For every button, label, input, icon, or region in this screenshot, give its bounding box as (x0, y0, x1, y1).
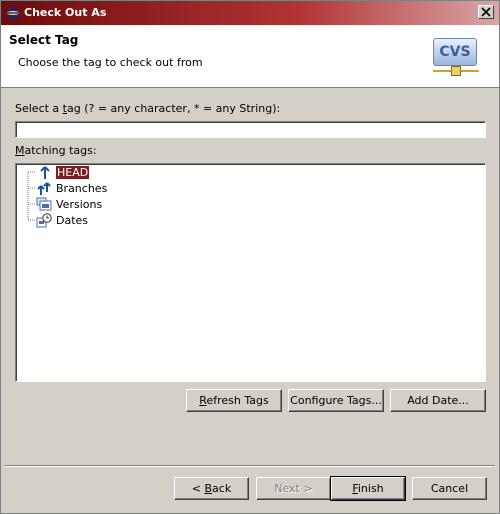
eclipse-app-icon (6, 6, 20, 20)
refresh-tags-label: efresh Tags (206, 394, 269, 407)
back-label: ack (212, 482, 232, 495)
tree-item-label: Versions (56, 198, 103, 211)
refresh-tags-button[interactable]: Refresh Tags (186, 389, 282, 412)
matching-tags-label: Matching tags: (15, 144, 97, 157)
finish-button[interactable]: Finish (330, 476, 406, 501)
wizard-banner: Select Tag Choose the tag to check out f… (1, 25, 499, 88)
branches-icon (37, 182, 51, 195)
cvs-logo-text: CVS (433, 38, 477, 66)
back-button[interactable]: < Back (174, 477, 249, 500)
tag-filter-input[interactable] (15, 121, 486, 138)
title-bar[interactable]: Check Out As (1, 1, 499, 25)
page-title: Select Tag (9, 33, 79, 47)
tag-filter-label-rest: ag (? = any character, * = any String): (67, 102, 281, 115)
next-button[interactable]: Next > (256, 477, 331, 500)
matching-tags-label-mnemonic: M (15, 144, 25, 157)
tree-item-label: Branches (56, 182, 108, 195)
finish-label: inish (357, 482, 384, 495)
cvs-logo-knob (451, 66, 461, 76)
matching-tags-tree[interactable]: HEAD Branches Versions Dates (15, 163, 486, 382)
dates-icon (36, 213, 52, 228)
add-date-label: Add Date... (407, 394, 469, 407)
versions-icon (36, 197, 52, 211)
head-branch-icon (40, 166, 50, 179)
close-icon (481, 7, 491, 17)
tag-filter-label-prefix: Select a (15, 102, 63, 115)
tree-item-label: HEAD (54, 165, 91, 180)
next-label: Next > (274, 482, 313, 495)
cancel-button[interactable]: Cancel (412, 477, 487, 500)
matching-tags-label-rest: atching tags: (24, 144, 97, 157)
tag-filter-label: Select a tag (? = any character, * = any… (15, 102, 280, 115)
close-button[interactable] (478, 5, 494, 19)
page-description: Choose the tag to check out from (18, 56, 203, 69)
cancel-label: Cancel (430, 482, 469, 495)
configure-tags-label: Configure Tags... (290, 394, 382, 407)
check-out-as-dialog: Check Out As Select Tag Choose the tag t… (0, 0, 500, 514)
tree-item-label: Dates (56, 214, 89, 227)
add-date-button[interactable]: Add Date... (390, 389, 486, 412)
back-prefix: < (191, 482, 205, 495)
footer-separator (5, 465, 495, 467)
back-mnemonic: B (204, 482, 213, 495)
cvs-logo-icon: CVS (433, 36, 479, 78)
window-title: Check Out As (24, 6, 107, 19)
configure-tags-button[interactable]: Configure Tags... (288, 389, 384, 412)
